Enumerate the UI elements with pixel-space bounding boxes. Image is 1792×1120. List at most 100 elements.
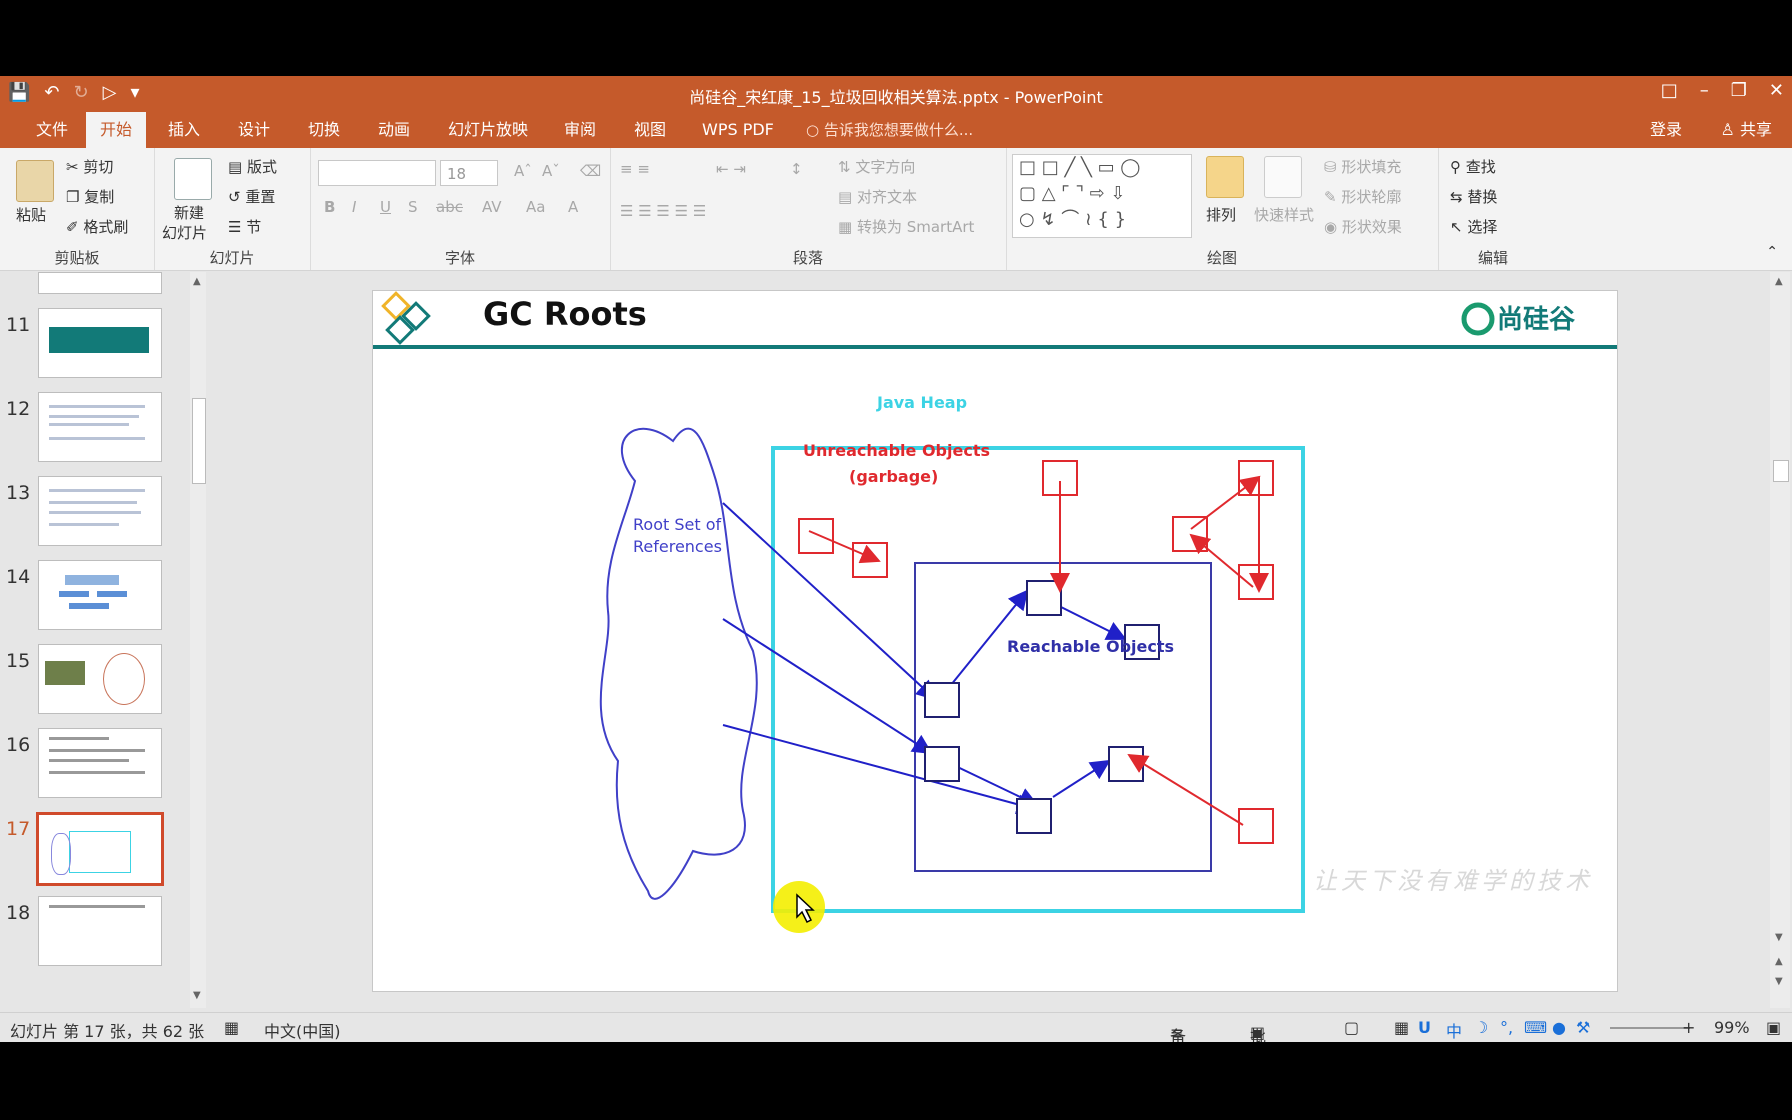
italic-button[interactable]: I	[352, 198, 356, 216]
bullets-icon[interactable]: ≡ ≡	[620, 160, 650, 178]
bold-button[interactable]: B	[324, 198, 335, 216]
shrink-font-icon[interactable]: Aˇ	[542, 162, 560, 180]
layout-button[interactable]: ▤ 版式	[228, 156, 277, 177]
tell-me-box[interactable]: ○ 告诉我您想要做什么...	[806, 112, 973, 148]
scroll-down-icon[interactable]: ▼	[193, 990, 201, 1001]
shape-outline-button[interactable]: ✎ 形状轮廓	[1324, 186, 1401, 207]
scrollbar-thumb[interactable]	[1773, 460, 1789, 482]
slide-sorter-icon[interactable]: ▦	[1394, 1018, 1409, 1037]
tab-design[interactable]: 设计	[224, 112, 284, 148]
shape-fill-button[interactable]: ⛁ 形状填充	[1324, 156, 1401, 177]
wrench-icon[interactable]: ⚒	[1576, 1018, 1590, 1037]
clear-format-icon[interactable]: ⌫	[580, 162, 601, 180]
scroll-up-icon[interactable]: ▲	[1775, 276, 1783, 287]
font-name-field[interactable]	[318, 160, 436, 186]
thumbnail-scrollbar[interactable]: ▲ ▼	[190, 272, 206, 1008]
slide-thumbnail[interactable]	[38, 560, 162, 630]
slide-thumbnail[interactable]	[38, 476, 162, 546]
new-slide-icon[interactable]	[174, 158, 212, 200]
quick-styles-button[interactable]: 快速样式	[1254, 204, 1314, 225]
tab-insert[interactable]: 插入	[154, 112, 214, 148]
zoom-level[interactable]: 99%	[1714, 1018, 1750, 1037]
slide-thumbnail[interactable]	[38, 272, 162, 294]
new-slide-label[interactable]: 幻灯片	[162, 222, 207, 243]
zoom-in-icon[interactable]: +	[1682, 1018, 1695, 1037]
paste-button[interactable]: 粘贴	[16, 204, 46, 225]
collapse-ribbon-icon[interactable]: ⌃	[1766, 244, 1778, 260]
ribbon-display-icon[interactable]: □	[1661, 80, 1678, 101]
shapes-gallery[interactable]: □ □ ╱ ╲ ▭ ◯ ▢ △ ⌜ ⌝ ⇨ ⇩ ○ ↯ ⌒ ≀ { }	[1012, 154, 1192, 238]
tab-view[interactable]: 视图	[620, 112, 680, 148]
fit-slide-icon[interactable]: ▣	[1766, 1018, 1781, 1037]
char-spacing-icon[interactable]: AV	[482, 198, 502, 216]
login-link[interactable]: 登录	[1650, 112, 1682, 148]
ime-logo-icon[interactable]: U	[1418, 1018, 1431, 1037]
restore-icon[interactable]: ❐	[1731, 80, 1747, 101]
indent-icon[interactable]: ⇤ ⇥	[716, 160, 746, 178]
shadow-button[interactable]: S	[408, 198, 418, 216]
cut-button[interactable]: ✂ 剪切	[66, 156, 113, 177]
font-size-field[interactable]: 18	[440, 160, 498, 186]
previous-slide-icon[interactable]: ▲	[1775, 956, 1783, 967]
slide-thumbnail[interactable]	[38, 308, 162, 378]
slide-thumbnail-current[interactable]	[36, 812, 164, 886]
underline-button[interactable]: U	[380, 198, 391, 216]
find-button[interactable]: ⚲ 查找	[1450, 156, 1496, 177]
tab-file[interactable]: 文件	[22, 112, 82, 148]
ime-mode[interactable]: 中	[1446, 1018, 1462, 1042]
language-indicator[interactable]: 中文(中国)	[264, 1018, 341, 1042]
copy-button[interactable]: ❐ 复制	[66, 186, 114, 207]
line-spacing-icon[interactable]: ↕	[790, 160, 803, 178]
change-case-icon[interactable]: Aa	[526, 198, 545, 216]
slide-thumbnail[interactable]	[38, 728, 162, 798]
next-slide-icon[interactable]: ▼	[1775, 976, 1783, 987]
align-icons[interactable]: ☰ ☰ ☰ ☰ ☰	[620, 202, 706, 220]
quick-styles-icon[interactable]	[1264, 156, 1302, 198]
tab-transitions[interactable]: 切换	[294, 112, 354, 148]
slide-thumbnail[interactable]	[38, 644, 162, 714]
shape-effects-button[interactable]: ◉ 形状效果	[1324, 216, 1402, 237]
punctuation-icon[interactable]: °,	[1500, 1018, 1513, 1037]
tab-home[interactable]: 开始	[86, 112, 147, 148]
select-button[interactable]: ↖ 选择	[1450, 216, 1497, 237]
slide-scrollbar[interactable]: ▲ ▼ ▲ ▼	[1770, 272, 1790, 1008]
format-painter-button[interactable]: ✐ 格式刷	[66, 216, 128, 237]
editing-label: 编辑	[1477, 249, 1508, 267]
slide-canvas[interactable]: GC Roots 尚硅谷 Java Heap Unreachable Objec…	[372, 290, 1618, 992]
grow-font-icon[interactable]: Aˆ	[514, 162, 532, 180]
spellcheck-icon[interactable]: ▦	[224, 1018, 239, 1037]
reset-button[interactable]: ↺ 重置	[228, 186, 275, 207]
zoom-slider[interactable]	[1610, 1027, 1690, 1029]
layout-label: 版式	[246, 158, 277, 176]
object-box	[1108, 746, 1144, 782]
text-direction-button[interactable]: ⇅ 文字方向	[838, 156, 915, 177]
strikethrough-button[interactable]: abc	[436, 198, 463, 216]
section-button[interactable]: ☰ 节	[228, 216, 261, 237]
scroll-up-icon[interactable]: ▲	[193, 276, 201, 287]
new-slide-button[interactable]: 新建	[174, 202, 204, 223]
align-text-icon: ▤	[838, 188, 857, 206]
user-icon[interactable]: ●	[1552, 1018, 1566, 1037]
align-text-button[interactable]: ▤ 对齐文本	[838, 186, 917, 207]
replace-button[interactable]: ⇆ 替换	[1450, 186, 1497, 207]
font-color-icon[interactable]: A	[568, 198, 578, 216]
tab-wps-pdf[interactable]: WPS PDF	[688, 112, 788, 148]
tab-animations[interactable]: 动画	[364, 112, 424, 148]
smartart-button[interactable]: ▦ 转换为 SmartArt	[838, 216, 974, 237]
scrollbar-thumb[interactable]	[192, 398, 206, 484]
close-icon[interactable]: ✕	[1769, 80, 1784, 101]
paste-icon[interactable]	[16, 160, 54, 202]
notes-label: 备注	[1170, 1027, 1187, 1042]
slide-thumbnail[interactable]	[38, 392, 162, 462]
moon-icon[interactable]: ☽	[1474, 1018, 1488, 1037]
arrange-button[interactable]: 排列	[1206, 204, 1236, 225]
tab-review[interactable]: 审阅	[550, 112, 610, 148]
normal-view-icon[interactable]: ▢	[1344, 1018, 1359, 1037]
slide-thumbnail[interactable]	[38, 896, 162, 966]
arrange-icon[interactable]	[1206, 156, 1244, 198]
tab-slideshow[interactable]: 幻灯片放映	[434, 112, 542, 148]
minimize-icon[interactable]: –	[1700, 80, 1709, 101]
keyboard-icon[interactable]: ⌨	[1524, 1018, 1547, 1037]
share-button[interactable]: ♙ 共享	[1721, 112, 1772, 148]
scroll-down-icon[interactable]: ▼	[1775, 932, 1783, 943]
